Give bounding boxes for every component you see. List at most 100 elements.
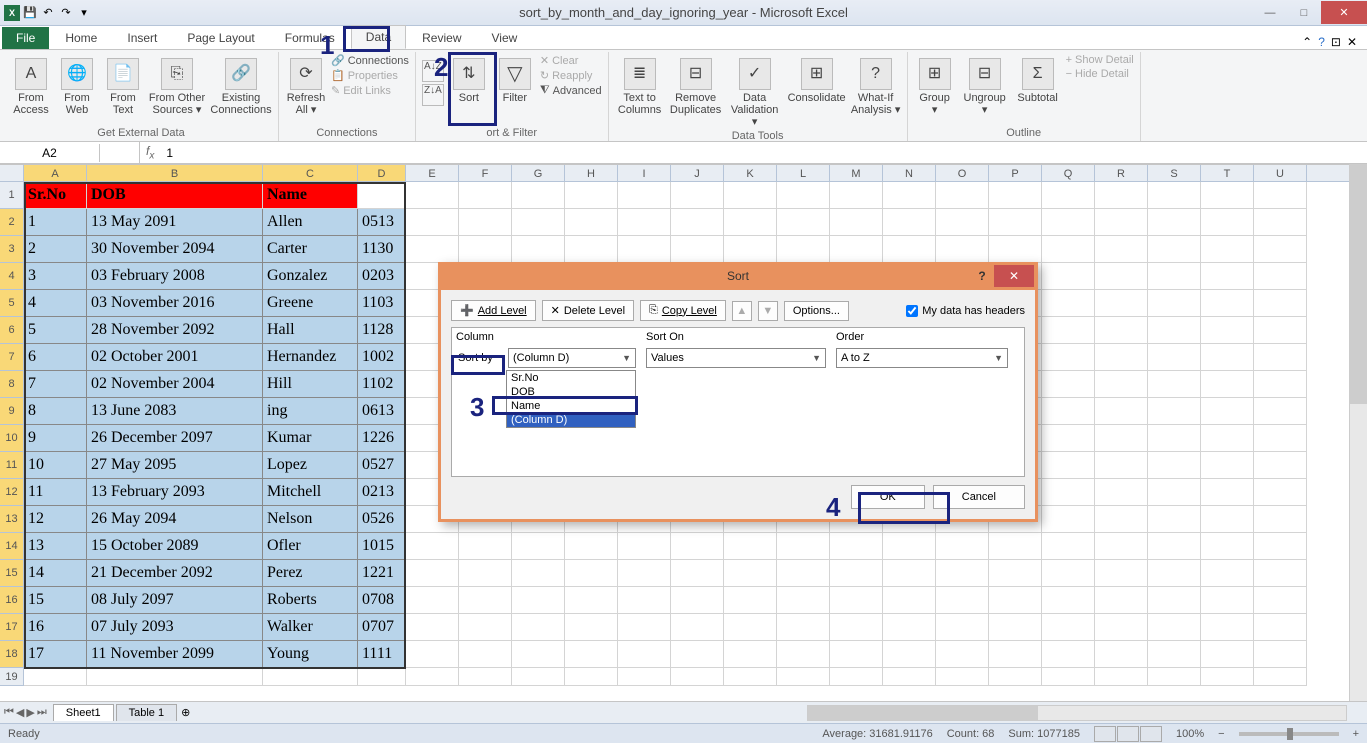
dialog-close-button[interactable]: ✕: [994, 265, 1034, 287]
cell[interactable]: [24, 668, 87, 686]
cell[interactable]: [618, 668, 671, 686]
cell[interactable]: [1148, 290, 1201, 317]
row-header[interactable]: 1: [0, 182, 24, 209]
cell[interactable]: [1201, 506, 1254, 533]
cell[interactable]: 1221: [358, 560, 406, 587]
dd-item-dob[interactable]: DOB: [507, 385, 635, 399]
cell[interactable]: 0707: [358, 614, 406, 641]
cell[interactable]: Carter: [263, 236, 358, 263]
headers-checkbox[interactable]: My data has headers: [906, 305, 1025, 317]
cell[interactable]: [406, 641, 459, 668]
sort-order-select[interactable]: A to Z▼: [836, 348, 1008, 368]
new-sheet-icon[interactable]: ⊕: [181, 706, 190, 719]
save-icon[interactable]: 💾: [22, 5, 38, 21]
row-header[interactable]: 18: [0, 641, 24, 668]
cell[interactable]: 13 May 2091: [87, 209, 263, 236]
cell[interactable]: Nelson: [263, 506, 358, 533]
cell[interactable]: [406, 236, 459, 263]
cell[interactable]: [1148, 263, 1201, 290]
cell[interactable]: [1095, 182, 1148, 209]
cell[interactable]: [459, 533, 512, 560]
cell[interactable]: [1254, 506, 1307, 533]
column-dropdown[interactable]: Sr.No DOB Name (Column D): [506, 370, 636, 428]
options-button[interactable]: Options...: [784, 301, 849, 321]
qat-customize-icon[interactable]: ▾: [76, 5, 92, 21]
cell[interactable]: [777, 560, 830, 587]
cell[interactable]: 14: [24, 560, 87, 587]
cell[interactable]: [565, 209, 618, 236]
row-header[interactable]: 9: [0, 398, 24, 425]
cell[interactable]: [1095, 263, 1148, 290]
row-header[interactable]: 19: [0, 668, 24, 686]
tab-review[interactable]: Review: [408, 27, 475, 49]
cell[interactable]: [1148, 182, 1201, 209]
undo-icon[interactable]: ↶: [40, 5, 56, 21]
cell[interactable]: 1: [24, 209, 87, 236]
cell[interactable]: 26 May 2094: [87, 506, 263, 533]
cell[interactable]: Gonzalez: [263, 263, 358, 290]
cell[interactable]: [1148, 344, 1201, 371]
cell[interactable]: [618, 560, 671, 587]
prev-sheet-icon[interactable]: ◀: [16, 706, 24, 719]
cell[interactable]: [512, 209, 565, 236]
row-header[interactable]: 5: [0, 290, 24, 317]
cell[interactable]: [671, 182, 724, 209]
cell[interactable]: [1201, 614, 1254, 641]
cell[interactable]: [512, 533, 565, 560]
cell[interactable]: [1042, 236, 1095, 263]
cell[interactable]: [1254, 452, 1307, 479]
cell[interactable]: [459, 614, 512, 641]
cell[interactable]: [883, 614, 936, 641]
formula-input[interactable]: 1: [160, 146, 173, 160]
cell[interactable]: 1002: [358, 344, 406, 371]
zoom-out-icon[interactable]: −: [1218, 728, 1224, 740]
cell[interactable]: [406, 209, 459, 236]
cell[interactable]: [1254, 533, 1307, 560]
row-header[interactable]: 16: [0, 587, 24, 614]
col-header-Q[interactable]: Q: [1042, 165, 1095, 181]
advanced-button[interactable]: ⧨Advanced: [540, 84, 602, 97]
text-to-columns-button[interactable]: ≣Text to Columns: [615, 54, 665, 116]
cell[interactable]: 1226: [358, 425, 406, 452]
cell[interactable]: 0213: [358, 479, 406, 506]
cell[interactable]: [1254, 479, 1307, 506]
cell[interactable]: [406, 614, 459, 641]
window-restore-icon[interactable]: ⊡: [1331, 35, 1341, 49]
filter-button[interactable]: ▽Filter: [494, 54, 536, 104]
cell[interactable]: [1254, 371, 1307, 398]
col-header-S[interactable]: S: [1148, 165, 1201, 181]
dialog-help-icon[interactable]: ?: [970, 269, 994, 283]
cell[interactable]: [1254, 344, 1307, 371]
cell[interactable]: [512, 641, 565, 668]
cell[interactable]: [830, 209, 883, 236]
cell[interactable]: Hernandez: [263, 344, 358, 371]
cell[interactable]: [830, 182, 883, 209]
cell[interactable]: 7: [24, 371, 87, 398]
cell[interactable]: [512, 182, 565, 209]
cell[interactable]: [883, 560, 936, 587]
sort-button[interactable]: ⇅Sort: [448, 54, 490, 104]
cell[interactable]: [406, 533, 459, 560]
cell[interactable]: [989, 533, 1042, 560]
cell[interactable]: [1095, 236, 1148, 263]
col-header-P[interactable]: P: [989, 165, 1042, 181]
cell[interactable]: [1095, 560, 1148, 587]
cell[interactable]: [406, 560, 459, 587]
cell[interactable]: Hill: [263, 371, 358, 398]
cell[interactable]: [883, 182, 936, 209]
cell[interactable]: [1042, 452, 1095, 479]
from-access-button[interactable]: AFrom Access: [10, 54, 52, 116]
col-header-O[interactable]: O: [936, 165, 989, 181]
cell[interactable]: Roberts: [263, 587, 358, 614]
cell[interactable]: [512, 587, 565, 614]
cell[interactable]: 26 December 2097: [87, 425, 263, 452]
ungroup-button[interactable]: ⊟Ungroup ▾: [960, 54, 1010, 116]
cell[interactable]: [936, 614, 989, 641]
cell[interactable]: [1201, 263, 1254, 290]
cell[interactable]: [1095, 614, 1148, 641]
cell[interactable]: 1130: [358, 236, 406, 263]
group-button[interactable]: ⊞Group ▾: [914, 54, 956, 116]
cell[interactable]: [777, 668, 830, 686]
cell[interactable]: 0527: [358, 452, 406, 479]
cell[interactable]: 15: [24, 587, 87, 614]
